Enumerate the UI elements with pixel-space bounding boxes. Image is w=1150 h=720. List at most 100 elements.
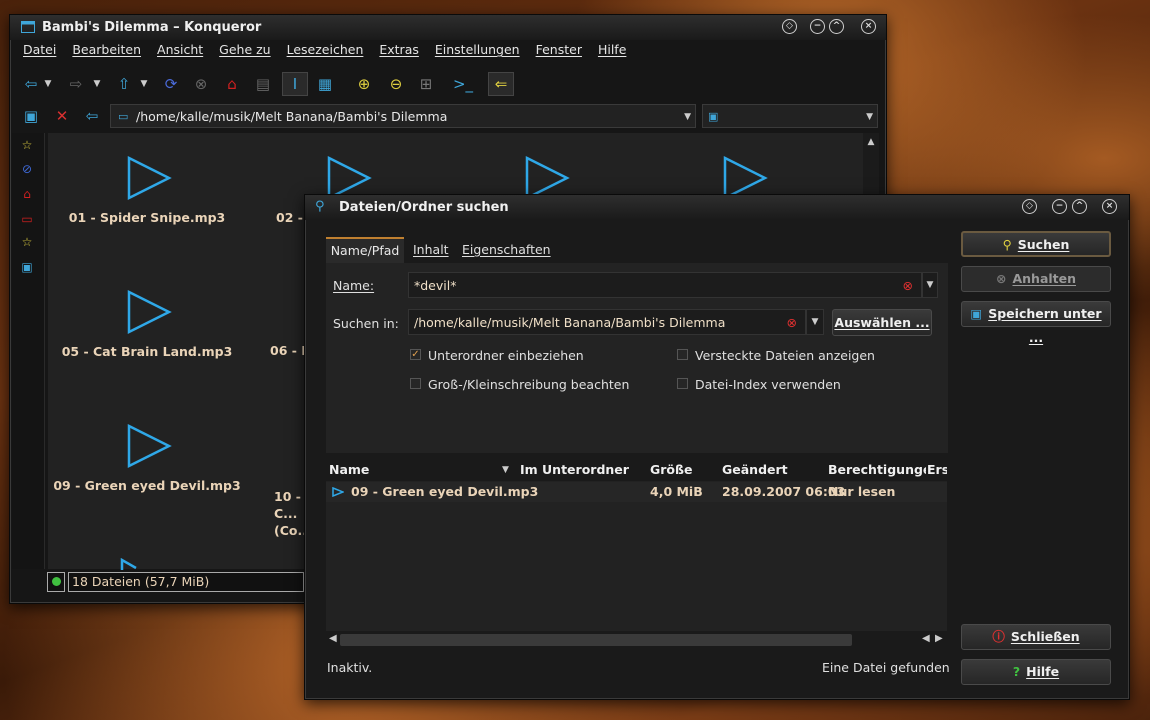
close-button[interactable]: ⓘ Schließen (961, 624, 1111, 650)
up-dropdown-icon[interactable]: ▼ (137, 73, 151, 95)
subfolders-checkbox[interactable]: ✓ (410, 349, 421, 360)
column-modified[interactable]: Geändert (722, 459, 788, 481)
location-dropdown-icon[interactable]: ▼ (684, 105, 691, 129)
forward-dropdown-icon[interactable]: ▼ (90, 73, 104, 95)
detail-view-icon[interactable]: ▦ (313, 73, 337, 95)
sidebar-panel-icon[interactable]: ▣ (19, 105, 43, 127)
menu-extras[interactable]: Extras (379, 42, 419, 57)
menu-ansicht[interactable]: Ansicht (157, 42, 203, 57)
search-engine-icon[interactable]: ▣ (708, 105, 718, 129)
menubar: Datei Bearbeiten Ansicht Gehe zu Lesezei… (23, 42, 638, 64)
tab-content[interactable]: Inhalt (413, 242, 449, 257)
audio-file-icon (127, 423, 172, 469)
zoom-out-icon[interactable]: ⊖ (384, 73, 408, 95)
column-subfolder[interactable]: Im Unterordner (520, 459, 629, 481)
tab-name-path[interactable]: Name/Pfad (326, 237, 404, 265)
location-bar[interactable]: ▭ /home/kalle/musik/Melt Banana/Bambi's … (110, 104, 696, 128)
menu-hilfe[interactable]: Hilfe (598, 42, 626, 57)
clear-name-icon[interactable]: ⊗ (903, 273, 913, 299)
stop-icon: ⊗ (995, 271, 1007, 286)
up-icon[interactable]: ⇧ (112, 73, 136, 95)
close-dialog-icon: ⓘ (992, 629, 1005, 644)
sidebar-toggle-icon[interactable]: ⇐ (488, 72, 514, 96)
tab-properties[interactable]: Eigenschaften (462, 242, 551, 257)
column-name[interactable]: Name (329, 459, 369, 481)
go-back-location-icon[interactable]: ⇦ (80, 105, 104, 127)
column-permissions[interactable]: Berechtigungen (828, 459, 926, 481)
results-hscrollbar[interactable]: ◀ ◀ ▶ (326, 632, 947, 648)
folder-red-icon[interactable]: ▭ (19, 211, 35, 227)
minimize-icon[interactable]: − (810, 19, 825, 34)
file-label: 10 - C... (Co... (274, 489, 312, 538)
maximize-icon[interactable]: ^ (829, 19, 844, 34)
file-item[interactable]: 01 - Spider Snipe.mp3 (52, 155, 242, 225)
name-label: Name: (333, 278, 375, 293)
scroll-right-icon[interactable]: ▶ (935, 633, 943, 644)
help-button[interactable]: ? Hilfe (961, 659, 1111, 685)
close-icon[interactable]: × (861, 19, 876, 34)
back-icon[interactable]: ⇦ (19, 73, 43, 95)
maximize-icon[interactable]: ^ (1072, 199, 1087, 214)
close-icon[interactable]: × (1102, 199, 1117, 214)
web-search-field[interactable]: ▣ ▼ (702, 104, 878, 128)
split-view-icon[interactable]: ⊞ (414, 73, 438, 95)
status-text: 18 Dateien (57,7 MiB) (72, 574, 210, 589)
results-header: Name ▼ Im Unterordner Größe Geändert Ber… (326, 459, 947, 481)
file-index-label: Datei-Index verwenden (695, 377, 841, 392)
search-dropdown-icon[interactable]: ▼ (866, 105, 873, 129)
table-row[interactable]: 09 - Green eyed Devil.mp3 4,0 MiB 28.09.… (326, 482, 947, 502)
history-icon[interactable]: ⊘ (19, 161, 35, 177)
menu-fenster[interactable]: Fenster (536, 42, 582, 57)
file-index-checkbox[interactable] (677, 378, 688, 389)
menu-datei[interactable]: Datei (23, 42, 56, 57)
stop-icon[interactable]: ⊗ (189, 73, 213, 95)
menu-gehe-zu[interactable]: Gehe zu (219, 42, 270, 57)
services-star-icon[interactable]: ☆ (19, 234, 35, 250)
file-item[interactable]: 09 - Green eyed Devil.mp3 (52, 423, 242, 493)
text-view-icon[interactable]: I (282, 72, 308, 96)
window-menu-icon[interactable]: ◇ (782, 19, 797, 34)
choose-button[interactable]: Auswählen ... (832, 309, 932, 336)
search-button[interactable]: ⚲ Suchen (961, 231, 1111, 257)
konqueror-titlebar[interactable]: Bambi's Dilemma – Konqueror ◇ − ^ × (10, 15, 886, 40)
scroll-left-icon[interactable]: ◀ (329, 633, 337, 644)
back-dropdown-icon[interactable]: ▼ (41, 73, 55, 95)
scroll-up-icon[interactable]: ▲ (863, 137, 879, 147)
menu-bearbeiten[interactable]: Bearbeiten (72, 42, 141, 57)
stop-button[interactable]: ⊗ Anhalten (961, 266, 1111, 292)
menu-einstellungen[interactable]: Einstellungen (435, 42, 520, 57)
name-dropdown-icon[interactable]: ▼ (922, 272, 938, 298)
reload-icon[interactable]: ⟳ (159, 73, 183, 95)
dialog-title: Dateien/Ordner suchen (339, 200, 509, 215)
menu-lesezeichen[interactable]: Lesezeichen (287, 42, 364, 57)
location-text: /home/kalle/musik/Melt Banana/Bambi's Di… (136, 109, 448, 124)
save-as-button[interactable]: ▣ Speichern unter ... (961, 301, 1111, 345)
bookmarks-star-icon[interactable]: ☆ (19, 137, 35, 153)
minimize-icon[interactable]: − (1052, 199, 1067, 214)
clear-location-icon[interactable]: ✕ (50, 105, 74, 127)
zoom-in-icon[interactable]: ⊕ (352, 73, 376, 95)
media-icon[interactable]: ▣ (19, 259, 35, 275)
scroll-left2-icon[interactable]: ◀ (922, 633, 930, 644)
case-sensitive-checkbox[interactable] (410, 378, 421, 389)
window-menu-icon[interactable]: ◇ (1022, 199, 1037, 214)
hidden-files-checkbox[interactable] (677, 349, 688, 360)
search-in-dropdown-icon[interactable]: ▼ (806, 309, 824, 335)
clear-path-icon[interactable]: ⊗ (787, 310, 797, 336)
search-in-input[interactable]: /home/kalle/musik/Melt Banana/Bambi's Di… (408, 309, 806, 335)
scroll-thumb[interactable] (340, 634, 852, 646)
forward-icon[interactable]: ⇨ (64, 73, 88, 95)
name-input[interactable]: *devil* ⊗ (408, 272, 922, 298)
column-size[interactable]: Größe (650, 459, 692, 481)
column-owner[interactable]: Ers (927, 459, 947, 481)
subfolders-label: Unterordner einbeziehen (428, 348, 584, 363)
dialog-titlebar[interactable]: ⚲ Dateien/Ordner suchen ◇ − ^ × (305, 195, 1129, 220)
home-icon[interactable]: ⌂ (220, 73, 244, 95)
search-status: Inaktiv. (327, 660, 373, 675)
home-folder-icon[interactable]: ⌂ (19, 186, 35, 202)
file-item[interactable]: 05 - Cat Brain Land.mp3 (52, 289, 242, 359)
print-icon[interactable]: ▤ (251, 73, 275, 95)
status-bar: 18 Dateien (57,7 MiB) (68, 572, 304, 592)
result-permissions: Nur lesen (828, 484, 896, 499)
terminal-icon[interactable]: >_ (451, 73, 475, 95)
